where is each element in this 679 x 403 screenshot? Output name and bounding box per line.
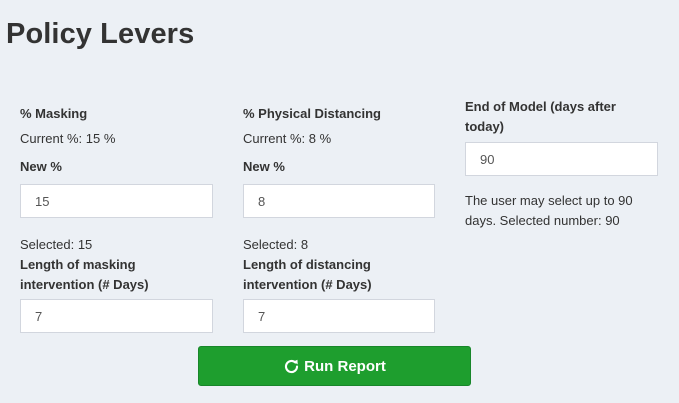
masking-selected: Selected: 15: [20, 237, 93, 252]
end-model-help: The user may select up to 90 days. Selec…: [465, 193, 633, 228]
masking-length-input[interactable]: [20, 299, 213, 333]
masking-length-label: Length of masking intervention (# Days): [20, 257, 149, 292]
masking-column: % Masking Current %: 15 % New % Selected…: [20, 104, 213, 333]
masking-new-input[interactable]: [20, 184, 213, 218]
distancing-new-input[interactable]: [243, 184, 435, 218]
end-model-column: End of Model (days after today) The user…: [465, 97, 658, 231]
end-model-label: End of Model (days after today): [465, 99, 616, 134]
masking-current: Current %: 15 %: [20, 131, 116, 146]
distancing-length-input[interactable]: [243, 299, 435, 333]
masking-new-label: New %: [20, 159, 62, 174]
distancing-current: Current %: 8 %: [243, 131, 332, 146]
masking-label: % Masking: [20, 106, 88, 121]
distancing-column: % Physical Distancing Current %: 8 % New…: [243, 104, 435, 333]
end-model-input[interactable]: [465, 142, 658, 176]
refresh-icon: [285, 359, 299, 373]
distancing-new-label: New %: [243, 159, 285, 174]
distancing-selected: Selected: 8: [243, 237, 309, 252]
distancing-length-label: Length of distancing intervention (# Day…: [243, 257, 372, 292]
run-report-button[interactable]: Run Report: [198, 346, 471, 386]
distancing-label: % Physical Distancing: [243, 106, 381, 121]
page-title: Policy Levers: [6, 18, 195, 50]
run-report-label: Run Report: [304, 357, 386, 375]
